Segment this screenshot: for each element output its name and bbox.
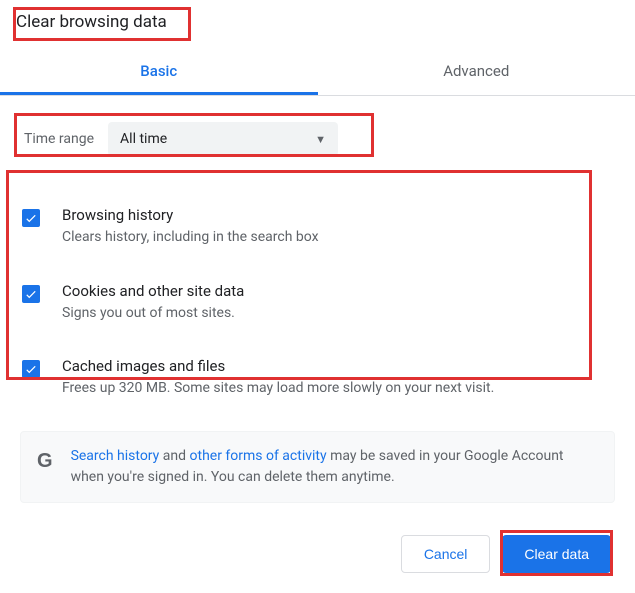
checkbox-cache[interactable]: [22, 360, 40, 378]
check-icon: [24, 287, 38, 301]
item-title: Cookies and other site data: [62, 282, 613, 300]
tabs: Basic Advanced: [0, 48, 635, 96]
search-history-link[interactable]: Search history: [71, 448, 160, 464]
google-icon: G: [37, 450, 53, 473]
list-item: Cached images and files Frees up 320 MB.…: [20, 345, 615, 421]
clear-browsing-data-dialog: Clear browsing data Basic Advanced Time …: [0, 0, 635, 503]
cancel-button[interactable]: Cancel: [401, 535, 491, 573]
checkbox-cookies[interactable]: [22, 285, 40, 303]
item-desc: Clears history, including in the search …: [62, 228, 613, 248]
time-range-dropdown[interactable]: All time ▼: [108, 122, 338, 156]
item-desc: Frees up 320 MB. Some sites may load mor…: [62, 379, 613, 399]
item-title: Cached images and files: [62, 357, 613, 375]
item-title: Browsing history: [62, 206, 613, 224]
dialog-buttons: Cancel Clear data: [401, 535, 611, 573]
dialog-title: Clear browsing data: [0, 0, 183, 42]
chevron-down-icon: ▼: [315, 133, 326, 146]
check-icon: [24, 211, 38, 225]
time-range-value: All time: [120, 131, 167, 147]
other-activity-link[interactable]: other forms of activity: [190, 448, 327, 464]
item-desc: Signs you out of most sites.: [62, 304, 613, 324]
time-range-label: Time range: [24, 131, 94, 147]
notice-text: Search history and other forms of activi…: [71, 446, 598, 488]
options-list: Browsing history Clears history, includi…: [20, 194, 615, 421]
checkbox-browsing-history[interactable]: [22, 209, 40, 227]
time-range-row: Time range All time ▼: [20, 114, 615, 164]
tab-advanced[interactable]: Advanced: [318, 48, 635, 95]
check-icon: [24, 362, 38, 376]
tab-basic[interactable]: Basic: [0, 48, 318, 95]
clear-data-button[interactable]: Clear data: [502, 535, 611, 573]
list-item: Cookies and other site data Signs you ou…: [20, 270, 615, 346]
list-item: Browsing history Clears history, includi…: [20, 194, 615, 270]
google-account-notice: G Search history and other forms of acti…: [20, 431, 615, 503]
